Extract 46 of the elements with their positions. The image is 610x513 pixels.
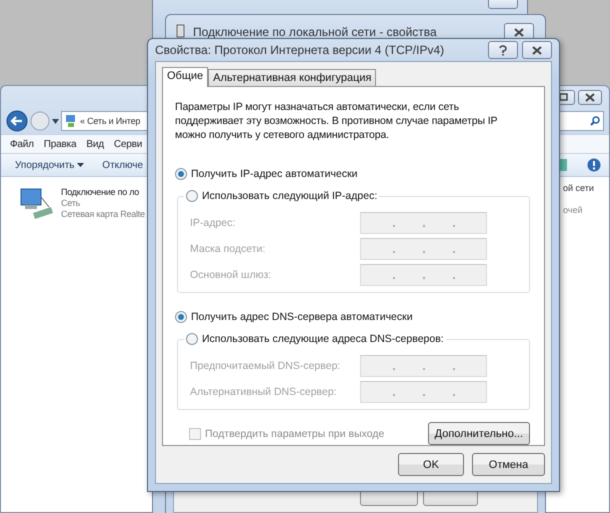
menu-item[interactable]: Файл: [10, 138, 34, 150]
maximize-icon: [558, 93, 568, 101]
radio-button[interactable]: Получить IP-адрес автоматически: [175, 164, 532, 184]
menu-item[interactable]: Правка: [44, 138, 76, 150]
breadcrumb-path: « Сеть и Интер: [80, 116, 140, 126]
connection-name[interactable]: Подключение по ло: [61, 187, 145, 197]
field-label: Маска подсети:: [190, 243, 266, 255]
caret-icon: [77, 162, 84, 167]
close-icon: [514, 28, 524, 36]
radio-icon: [175, 168, 187, 180]
radio-button[interactable]: Получить адрес DNS-сервера автоматически: [175, 307, 532, 327]
ok-button[interactable]: OK: [398, 453, 464, 476]
tab[interactable]: Альтернативная конфигурация: [208, 69, 376, 86]
tab[interactable]: Общие: [162, 67, 208, 87]
menu-item[interactable]: Серви: [114, 138, 142, 150]
connection-detail: Сетевая карта Realte: [61, 209, 145, 219]
help-button[interactable]: [488, 41, 518, 59]
menu-item[interactable]: Вид: [86, 138, 104, 150]
close-button[interactable]: [522, 41, 552, 59]
back-button[interactable]: [6, 110, 28, 132]
field-label: IP-адрес:: [190, 217, 236, 229]
field-label: Предпочитаемый DNS-сервер:: [190, 360, 340, 372]
close-button[interactable]: [578, 90, 602, 104]
connection-label: ой сети: [563, 183, 594, 193]
question-mark-icon: [499, 44, 507, 56]
toolbar-button[interactable]: Отключе: [102, 160, 144, 170]
search-icon: [590, 116, 600, 126]
window-title: Свойства: Протокол Интернета версии 4 (TCP/IPv4): [155, 43, 446, 57]
network-adapter-icon: [19, 187, 55, 221]
history-dropdown-icon[interactable]: [52, 118, 59, 124]
description-text: Параметры IP могут назначаться автоматически, если сеть поддерживает эту возможность. В противном случае параметры IP можно получить у сетевого администратора.: [175, 100, 498, 142]
radio-button[interactable]: Использовать следующие адреса DNS-серверов:: [186, 329, 444, 349]
field-label: Основной шлюз:: [190, 269, 272, 281]
window-title: Подключение по локальной сети - свойства: [193, 25, 438, 39]
advanced-button[interactable]: Дополнительно...: [428, 422, 530, 445]
close-icon: [532, 46, 542, 54]
toolbar-button[interactable]: Упорядочить: [15, 160, 84, 170]
close-icon: [585, 92, 595, 102]
radio-icon: [186, 333, 198, 345]
radio-button[interactable]: Использовать следующий IP-адрес:: [186, 186, 378, 206]
radio-icon: [186, 190, 198, 202]
connection-label: очей: [563, 205, 584, 215]
field-label: Альтернативный DNS-сервер:: [190, 386, 337, 398]
connection-detail: Сеть: [61, 198, 82, 208]
radio-icon: [175, 311, 187, 323]
cancel-button[interactable]: Отмена: [472, 453, 545, 476]
